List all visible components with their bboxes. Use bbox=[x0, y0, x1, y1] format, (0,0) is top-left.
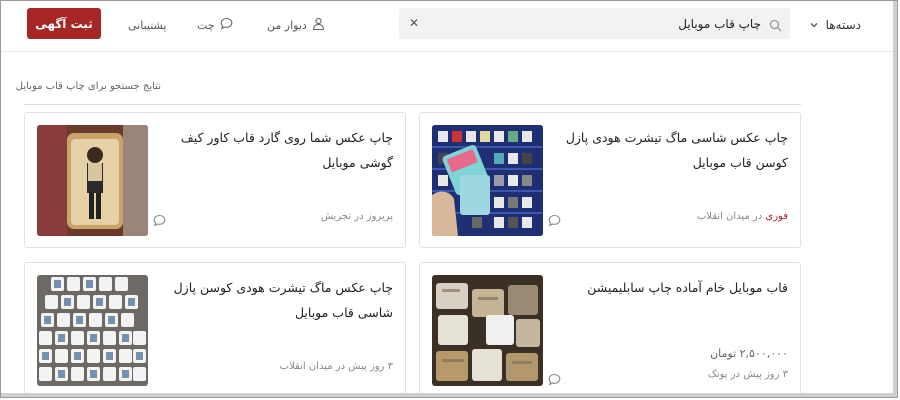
listing-card[interactable]: چاپ عکس شما روی گارد قاب کاور کیف گوشی م… bbox=[24, 112, 406, 248]
search-input[interactable] bbox=[419, 8, 761, 39]
chevron-down-icon bbox=[808, 19, 820, 31]
results-heading: نتایج جستجو برای چاپ قاب موبایل bbox=[15, 81, 161, 92]
search-icon bbox=[769, 17, 782, 32]
listing-thumbnail[interactable] bbox=[37, 125, 148, 236]
support-label: پشتیبانی bbox=[128, 18, 167, 32]
listing-meta: فوری در میدان انقلاب bbox=[697, 211, 788, 222]
listing-title[interactable]: چاپ عکس ماگ تیشرت هودی کوسن پازل شاسی قا… bbox=[163, 275, 393, 325]
listing-meta: ۳ روز پیش در پونک bbox=[708, 369, 788, 380]
chat-link[interactable]: چت bbox=[197, 16, 233, 34]
listing-thumbnail[interactable] bbox=[432, 275, 543, 386]
chat-icon[interactable] bbox=[548, 371, 561, 386]
top-nav: دسته‌ها ✕ دیوار من چت پشتیبانی bbox=[1, 1, 895, 52]
listing-title[interactable]: چاپ عکس شاسی ماگ تیشرت هودی پازل کوسن قا… bbox=[558, 125, 788, 175]
listing-card[interactable]: چاپ عکس شاسی ماگ تیشرت هودی پازل کوسن قا… bbox=[419, 112, 801, 248]
search-box[interactable]: ✕ bbox=[399, 8, 790, 39]
divider bbox=[24, 104, 801, 105]
listing-title[interactable]: چاپ عکس شما روی گارد قاب کاور کیف گوشی م… bbox=[163, 125, 393, 175]
categories-label: دسته‌ها bbox=[825, 18, 861, 32]
chat-label: چت bbox=[197, 18, 215, 32]
my-wall-label: دیوار من bbox=[267, 18, 307, 32]
chat-icon[interactable] bbox=[548, 212, 561, 227]
listing-location: ۳ روز پیش در پونک bbox=[707, 369, 788, 380]
listing-location: در میدان انقلاب bbox=[696, 211, 763, 222]
listing-location: ۳ روز پیش در میدان انقلاب bbox=[279, 361, 393, 372]
my-wall-link[interactable]: دیوار من bbox=[267, 16, 325, 34]
user-icon bbox=[312, 17, 325, 33]
listing-location: پریروز در تجریش bbox=[320, 211, 393, 222]
listing-meta: پریروز در تجریش bbox=[321, 211, 393, 222]
listing-thumbnail[interactable] bbox=[432, 125, 543, 236]
support-link[interactable]: پشتیبانی bbox=[128, 16, 166, 34]
chat-icon[interactable] bbox=[153, 212, 166, 227]
app-window: دسته‌ها ✕ دیوار من چت پشتیبانی bbox=[0, 0, 898, 398]
listing-meta: ۳ روز پیش در میدان انقلاب bbox=[280, 361, 393, 372]
listing-card[interactable]: قاب موبایل خام آماده چاپ سابلیمیشن ۲,۵۰۰… bbox=[419, 262, 801, 397]
listing-card[interactable]: چاپ عکس ماگ تیشرت هودی کوسن پازل شاسی قا… bbox=[24, 262, 406, 397]
listing-title[interactable]: قاب موبایل خام آماده چاپ سابلیمیشن bbox=[558, 275, 788, 300]
categories-menu[interactable]: دسته‌ها bbox=[808, 14, 861, 36]
close-icon[interactable]: ✕ bbox=[407, 16, 421, 30]
urgent-badge: فوری bbox=[765, 211, 788, 222]
chat-icon bbox=[220, 17, 233, 33]
post-ad-button[interactable]: ثبت آگهی bbox=[27, 8, 101, 39]
listing-thumbnail[interactable] bbox=[37, 275, 148, 386]
listing-price: ۲,۵۰۰,۰۰۰ تومان bbox=[710, 347, 788, 360]
